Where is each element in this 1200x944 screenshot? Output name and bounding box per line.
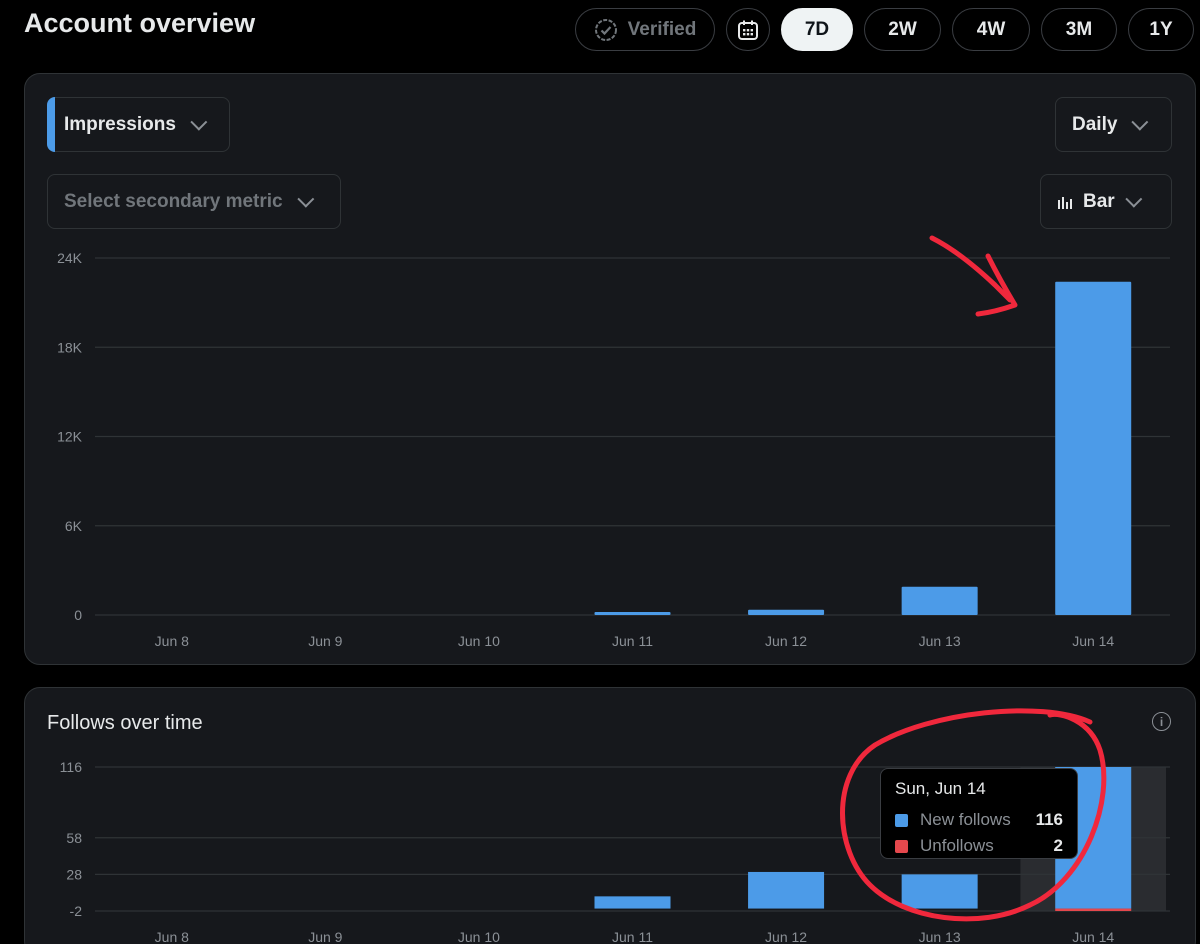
tooltip-row-unfollows: Unfollows 2 xyxy=(895,833,1063,859)
tooltip-value: 116 xyxy=(1035,810,1063,829)
tooltip-value: 2 xyxy=(1053,836,1063,855)
x-tick-label: Jun 10 xyxy=(458,929,500,944)
y-tick-label: 28 xyxy=(66,866,82,882)
y-tick-label: 116 xyxy=(60,759,83,775)
tooltip-label: New follows xyxy=(920,810,1011,829)
tooltip-row-new-follows: New follows 116 xyxy=(895,807,1063,833)
analytics-page: Account overview Verified 7D 2W 4W 3M 1Y… xyxy=(0,0,1200,944)
y-tick-label: -2 xyxy=(70,903,83,919)
tooltip-label: Unfollows xyxy=(920,836,994,855)
x-tick-label: Jun 11 xyxy=(612,929,653,944)
new-follows-swatch xyxy=(895,813,908,827)
new-follows-bar xyxy=(594,896,671,909)
tooltip-date: Sun, Jun 14 xyxy=(895,779,986,798)
new-follows-bar xyxy=(748,871,825,909)
y-tick-label: 58 xyxy=(66,830,82,846)
unfollows-swatch xyxy=(895,839,908,853)
x-tick-label: Jun 9 xyxy=(308,929,342,944)
x-tick-label: Jun 12 xyxy=(765,929,807,944)
unfollows-bar xyxy=(1055,908,1132,911)
x-tick-label: Jun 8 xyxy=(155,929,189,944)
new-follows-bar xyxy=(901,874,978,909)
x-tick-label: Jun 13 xyxy=(919,929,961,944)
x-tick-label: Jun 14 xyxy=(1072,929,1114,944)
chart-tooltip: Sun, Jun 14 New follows 116 Unfollows 2 xyxy=(880,768,1078,859)
